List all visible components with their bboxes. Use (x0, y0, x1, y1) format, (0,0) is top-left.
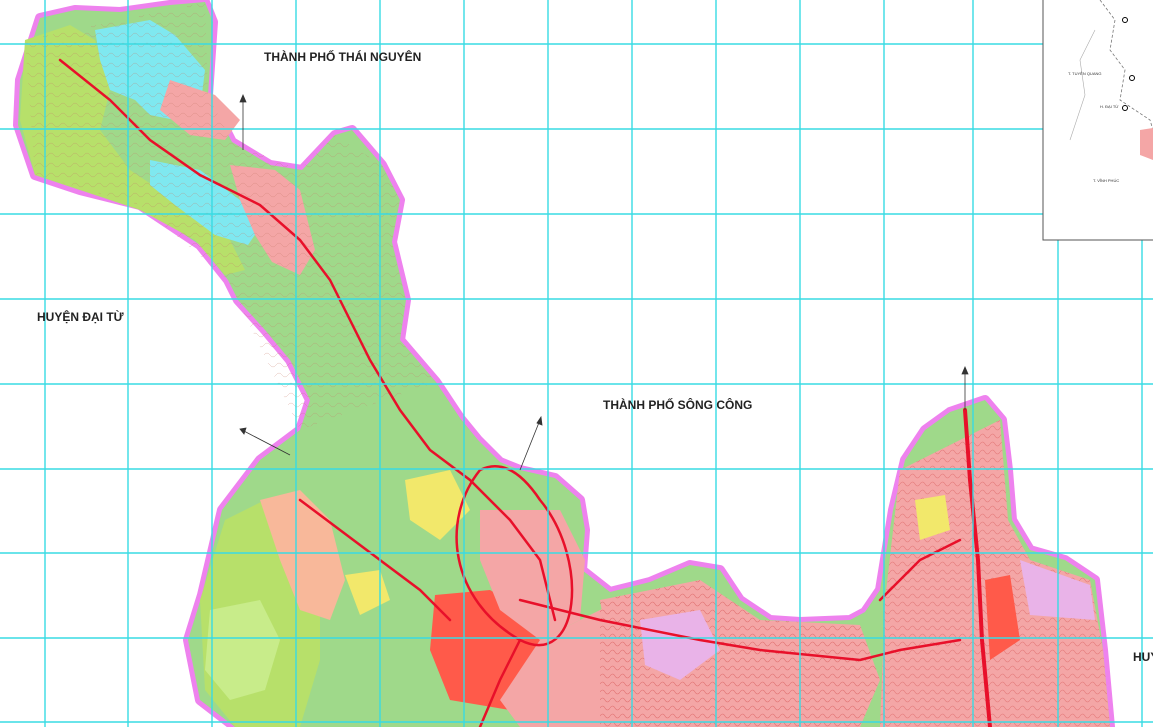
arrow-center-head (536, 415, 543, 426)
arrow-north-head (239, 93, 247, 103)
region-label-right-edge: HUY (1133, 650, 1153, 664)
land-use-map: T. TUYÊN QUANG H. ĐẠI TỪ T. VĨNH PHÚC TH… (0, 0, 1153, 727)
inset-map: T. TUYÊN QUANG H. ĐẠI TỪ T. VĨNH PHÚC (1042, 0, 1153, 241)
region-label-thai-nguyen: THÀNH PHỐ THÁI NGUYÊN (264, 49, 421, 64)
arrow-center (519, 419, 541, 471)
inset-label: H. ĐẠI TỪ (1100, 104, 1119, 109)
inset-label: T. TUYÊN QUANG (1068, 71, 1102, 76)
inset-label: T. VĨNH PHÚC (1093, 178, 1119, 183)
inset-frame (1042, 0, 1153, 241)
inset-highlight (1140, 128, 1153, 160)
arrow-west-head (239, 427, 247, 435)
arrow-east-head (961, 365, 969, 375)
land-use-zones (20, 2, 1110, 727)
region-label-song-cong: THÀNH PHỐ SÔNG CÔNG (603, 397, 752, 412)
region-label-dai-tu: HUYỆN ĐẠI TỪ (37, 309, 124, 324)
